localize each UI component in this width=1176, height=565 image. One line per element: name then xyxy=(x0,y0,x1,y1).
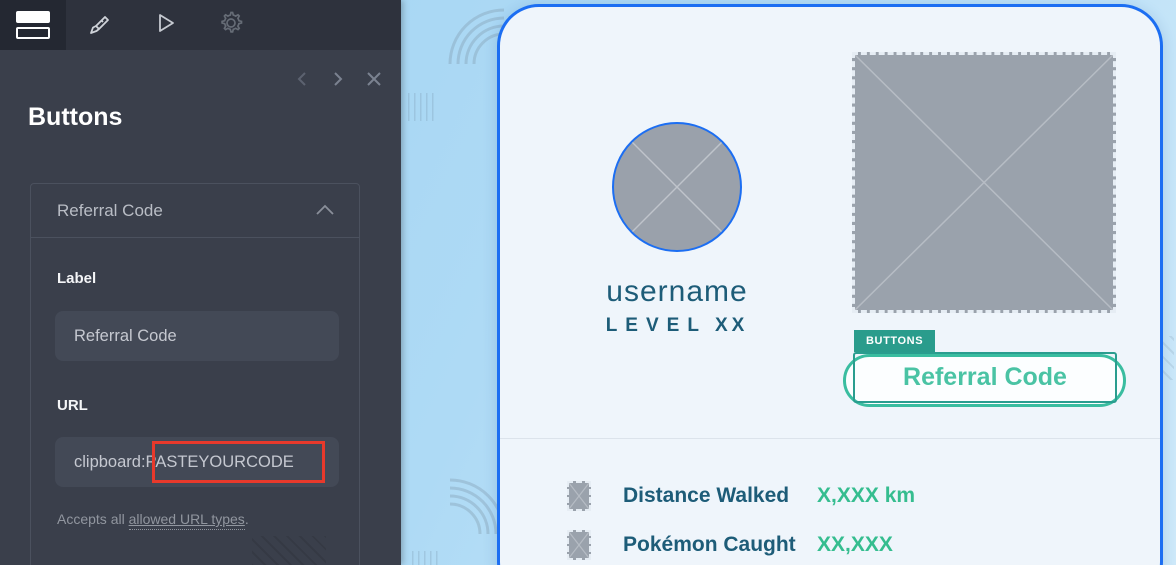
stat-label: Pokémon Caught xyxy=(623,520,796,565)
allowed-url-types-link[interactable]: allowed URL types xyxy=(129,511,245,530)
line-stripes-decoration xyxy=(412,551,442,565)
url-value-prefix: clipboard: xyxy=(74,453,146,472)
image-placeholder[interactable] xyxy=(852,52,1116,313)
level-value: XX xyxy=(715,315,748,336)
stat-label: Distance Walked xyxy=(623,471,789,520)
sections-icon xyxy=(16,11,50,39)
chevron-right-icon[interactable] xyxy=(329,70,347,88)
card-divider xyxy=(500,438,1160,439)
selection-outline: Referral Code xyxy=(853,352,1117,403)
editor-toolbar xyxy=(0,0,401,50)
settings-tab[interactable] xyxy=(198,0,264,50)
play-icon xyxy=(152,10,178,41)
url-helper-text: Accepts all allowed URL types. xyxy=(57,511,249,527)
page-title: Buttons xyxy=(28,103,122,132)
url-input[interactable]: clipboard:PASTEYOURCODE xyxy=(55,437,339,487)
section-header[interactable]: Referral Code xyxy=(31,184,359,238)
stat-value: X,XXX km xyxy=(817,471,915,520)
username-text: username xyxy=(547,275,807,309)
referral-code-button-label: Referral Code xyxy=(903,363,1067,392)
helper-prefix: Accepts all xyxy=(57,511,129,527)
helper-suffix: . xyxy=(245,511,249,527)
label-input-value: Referral Code xyxy=(74,327,177,346)
referral-code-section: Referral Code Label Referral Code URL cl… xyxy=(30,183,360,565)
close-icon[interactable] xyxy=(365,70,383,88)
selected-element-tag: BUTTONS xyxy=(854,330,935,352)
section-title: Referral Code xyxy=(57,201,163,221)
preview-tab[interactable] xyxy=(132,0,198,50)
sections-tab[interactable] xyxy=(0,0,66,50)
chevron-up-icon xyxy=(315,203,335,221)
stat-row-distance: Distance Walked X,XXX km xyxy=(500,471,1160,520)
panel-navigation xyxy=(293,70,383,88)
level-label: LEVEL xyxy=(606,315,707,336)
level-text: LEVEL XX xyxy=(547,315,807,337)
label-field-label: Label xyxy=(57,270,96,287)
stat-row-pokemon: Pokémon Caught XX,XXX xyxy=(500,520,1160,565)
url-field-label: URL xyxy=(57,397,88,414)
avatar-placeholder[interactable] xyxy=(612,122,742,252)
url-value-highlighted: PASTEYOURCODE xyxy=(146,453,294,472)
paintbrush-icon xyxy=(84,8,114,43)
stat-value: XX,XXX xyxy=(817,520,893,565)
line-stripes-decoration xyxy=(408,93,438,121)
stat-icon-placeholder xyxy=(567,481,591,511)
gear-icon xyxy=(217,9,245,42)
chevron-left-icon[interactable] xyxy=(293,70,311,88)
editor-panel: Buttons Referral Code Label Referral Cod… xyxy=(0,0,401,565)
label-input[interactable]: Referral Code xyxy=(55,311,339,361)
trainer-card-preview: username LEVEL XX BUTTONS Referral Code D… xyxy=(497,4,1163,565)
stat-icon-placeholder xyxy=(567,530,591,560)
profile-text: username LEVEL XX xyxy=(547,275,807,337)
style-tab[interactable] xyxy=(66,0,132,50)
